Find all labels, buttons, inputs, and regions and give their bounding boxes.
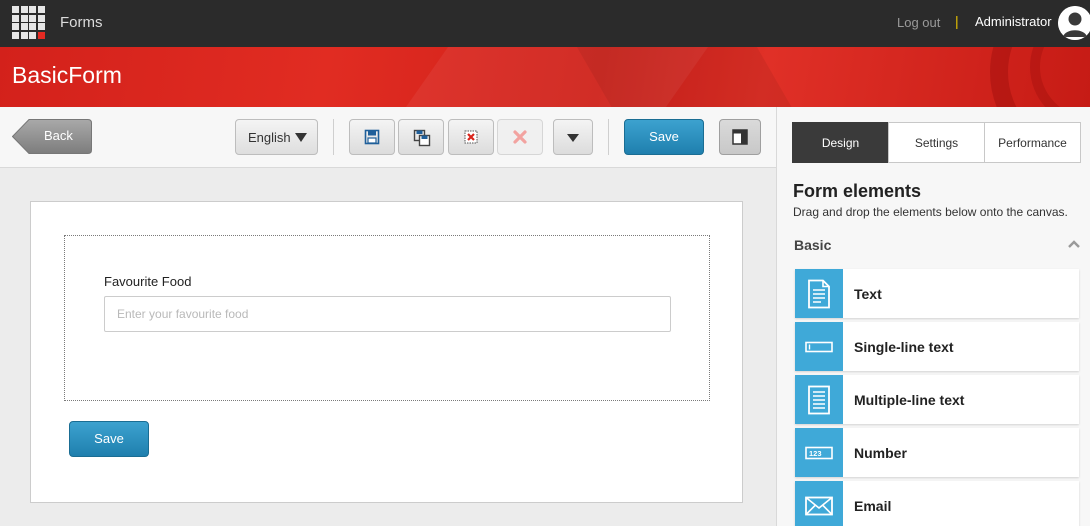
avatar[interactable]	[1058, 6, 1090, 40]
panel-title: Form elements	[793, 181, 922, 201]
title-banner: BasicForm	[0, 47, 1090, 107]
email-icon	[795, 481, 843, 526]
svg-text:123: 123	[809, 449, 822, 458]
form-save-button[interactable]: Save	[69, 421, 149, 457]
chevron-down-icon	[295, 133, 307, 142]
editor-toolbar: Back English Save	[0, 107, 776, 168]
panel-tabs: Design Settings Performance	[792, 122, 1082, 163]
element-number[interactable]: 123 Number	[795, 428, 1079, 477]
element-label: Email	[854, 498, 892, 514]
form-canvas: Favourite Food Save	[0, 168, 776, 526]
language-label: English	[248, 130, 291, 145]
more-options-button[interactable]	[553, 119, 593, 155]
element-email[interactable]: Email	[795, 481, 1079, 526]
element-single-line-text[interactable]: Single-line text	[795, 322, 1079, 371]
back-button-label: Back	[44, 128, 73, 143]
chevron-down-icon	[567, 134, 579, 142]
multi-line-icon	[795, 375, 843, 424]
tab-performance[interactable]: Performance	[984, 122, 1081, 163]
panel-description: Drag and drop the elements below onto th…	[793, 205, 1068, 219]
section-header-basic[interactable]: Basic	[794, 237, 831, 253]
form-preview: Favourite Food Save	[30, 201, 743, 503]
close-icon	[513, 130, 527, 144]
text-doc-icon	[795, 269, 843, 318]
single-line-icon	[795, 322, 843, 371]
element-multiple-line-text[interactable]: Multiple-line text	[795, 375, 1079, 424]
page-title: BasicForm	[12, 62, 122, 88]
favourite-food-input[interactable]	[104, 296, 671, 332]
chevron-up-icon[interactable]	[1068, 239, 1080, 248]
number-icon: 123	[795, 428, 843, 477]
toolbar-divider	[608, 119, 609, 155]
toolbar-divider	[333, 119, 334, 155]
delete-form-button[interactable]	[448, 119, 494, 155]
user-name[interactable]: Administrator	[975, 14, 1052, 29]
back-button[interactable]: Back	[12, 119, 92, 154]
user-avatar-icon	[1058, 6, 1090, 40]
discard-button[interactable]	[497, 119, 543, 155]
panel-layout-icon	[732, 129, 748, 145]
properties-panel: Design Settings Performance Form element…	[776, 107, 1090, 526]
top-bar: Forms Log out | Administrator	[0, 0, 1090, 47]
header-separator: |	[955, 13, 959, 29]
element-text[interactable]: Text	[795, 269, 1079, 318]
tab-settings[interactable]: Settings	[888, 122, 985, 163]
element-label: Multiple-line text	[854, 392, 965, 408]
element-label: Text	[854, 286, 882, 302]
app-name[interactable]: Forms	[60, 14, 103, 31]
save-as-icon	[413, 129, 431, 147]
save-icon-button[interactable]	[349, 119, 395, 155]
toggle-panel-button[interactable]	[719, 119, 761, 155]
tab-design[interactable]: Design	[792, 122, 889, 163]
element-label: Number	[854, 445, 907, 461]
field-label: Favourite Food	[104, 274, 192, 289]
delete-document-icon	[464, 130, 478, 144]
app-launcher-icon[interactable]	[12, 6, 45, 39]
form-section[interactable]: Favourite Food	[64, 235, 710, 401]
save-button[interactable]: Save	[624, 119, 704, 155]
save-as-button[interactable]	[398, 119, 444, 155]
language-dropdown[interactable]: English	[235, 119, 318, 155]
logout-link[interactable]: Log out	[897, 15, 940, 30]
element-label: Single-line text	[854, 339, 954, 355]
floppy-save-icon	[364, 129, 380, 145]
